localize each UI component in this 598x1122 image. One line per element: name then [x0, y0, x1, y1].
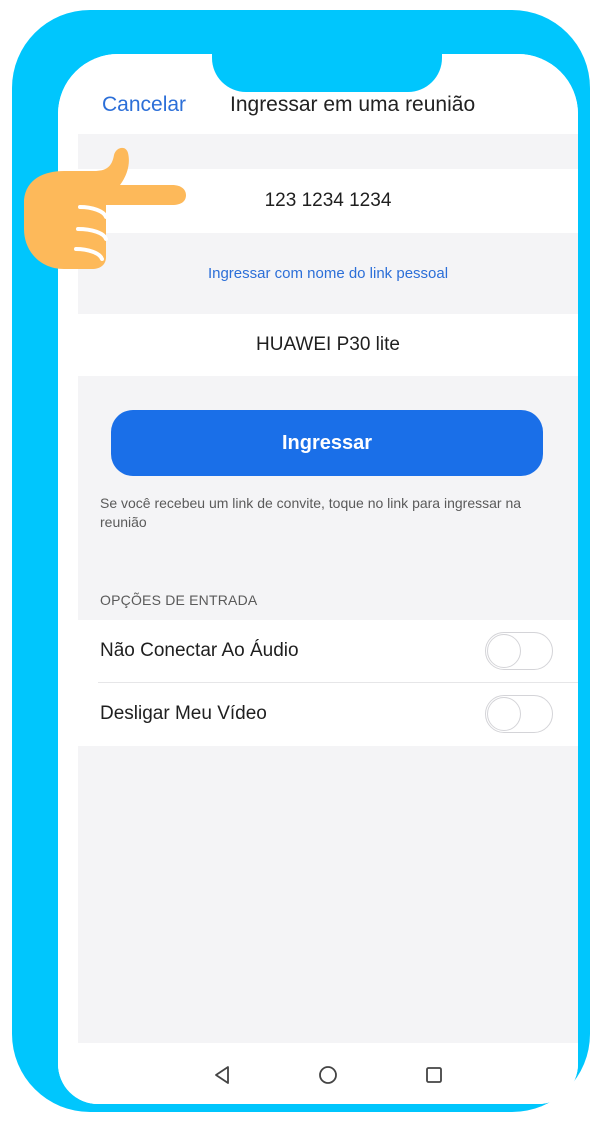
- invite-hint-text: Se você recebeu um link de convite, toqu…: [100, 495, 522, 530]
- phone-notch: [212, 20, 442, 92]
- toggle-knob: [487, 697, 521, 731]
- video-off-toggle[interactable]: [485, 695, 553, 733]
- no-audio-toggle[interactable]: [485, 632, 553, 670]
- cancel-button[interactable]: Cancelar: [102, 93, 186, 117]
- home-icon[interactable]: [310, 1057, 346, 1093]
- toggle-knob: [487, 634, 521, 668]
- page-title: Ingressar em uma reunião: [230, 93, 476, 116]
- empty-area: [78, 746, 578, 1043]
- pointing-hand-icon: [24, 147, 186, 269]
- option-row-no-audio: Não Conectar Ao Áudio: [78, 620, 578, 682]
- option-row-video-off: Desligar Meu Vídeo: [78, 683, 578, 745]
- display-name-input[interactable]: HUAWEI P30 lite: [78, 314, 578, 376]
- option-label-no-audio: Não Conectar Ao Áudio: [100, 640, 299, 661]
- system-nav-bar: [58, 1043, 578, 1104]
- join-options-header: OPÇÕES DE ENTRADA: [100, 592, 258, 608]
- back-icon[interactable]: [204, 1057, 240, 1093]
- recents-icon[interactable]: [416, 1057, 452, 1093]
- option-label-video-off: Desligar Meu Vídeo: [100, 703, 267, 724]
- join-button[interactable]: Ingressar: [111, 410, 543, 476]
